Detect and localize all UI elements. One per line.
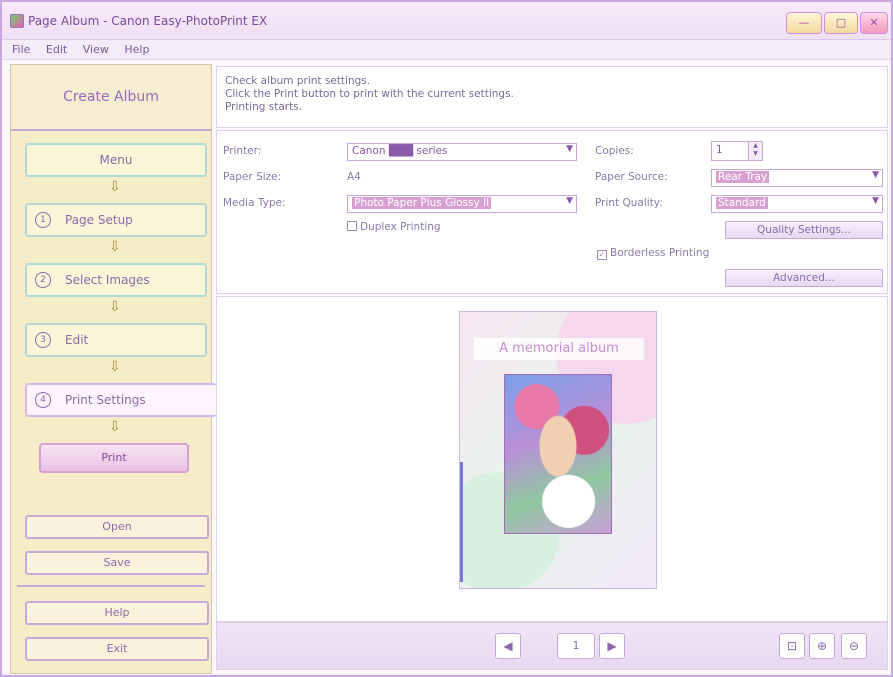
exit-button[interactable]: Exit [25,637,209,661]
save-button[interactable]: Save [25,551,209,575]
print-button[interactable]: Print [39,443,189,473]
menu-file[interactable]: File [6,40,36,59]
print-quality-select[interactable]: Standard ▼ [711,195,883,213]
spin-arrows-icon[interactable]: ▲ ▼ [748,142,762,160]
sidebar-item-label: Page Setup [65,213,133,227]
copies-label: Copies: [595,145,634,157]
sidebar-item-select-images[interactable]: 2 Select Images [25,263,207,297]
media-type-label: Media Type: [223,197,286,209]
page-edge-strip [460,462,463,582]
print-quality-label: Print Quality: [595,197,663,209]
sidebar-item-label: Print Settings [65,393,146,407]
minimize-icon: — [798,16,810,29]
title-bar: Page Album - Canon Easy-PhotoPrint EX — … [2,2,891,40]
media-type-value: Photo Paper Plus Glossy II [352,197,492,209]
borderless-checkbox[interactable]: ✓ Borderless Printing [597,247,709,260]
down-arrow-icon: ⇩ [109,299,121,315]
paper-size-value: A4 [347,171,361,183]
zoom-out-button[interactable]: ⊖ [841,633,867,659]
fit-page-icon: ⊡ [786,639,798,653]
sidebar-item-menu[interactable]: Menu [25,143,207,177]
menu-view[interactable]: View [77,40,115,59]
down-arrow-icon: ⇩ [109,179,121,195]
instruction-line: Click the Print button to print with the… [225,88,514,100]
chevron-down-icon: ▼ [872,170,879,180]
zoom-in-icon: ⊕ [816,639,828,653]
down-arrow-icon: ⇩ [109,239,121,255]
printer-value: Canon ███ series [352,145,448,157]
chevron-down-icon: ▼ [872,196,879,206]
down-arrow-icon: ⇩ [109,419,121,435]
printer-label: Printer: [223,145,262,157]
step-number-icon: 2 [35,272,51,288]
app-window: Page Album - Canon Easy-PhotoPrint EX — … [0,0,893,677]
preview-area: A memorial album [216,296,888,622]
menu-edit[interactable]: Edit [40,40,73,59]
close-button[interactable]: ✕ [860,12,888,34]
chevron-down-icon: ▼ [566,196,573,206]
advanced-button[interactable]: Advanced... [725,269,883,287]
media-type-select[interactable]: Photo Paper Plus Glossy II ▼ [347,195,577,213]
paper-source-select[interactable]: Rear Tray ▼ [711,169,883,187]
zoom-out-icon: ⊖ [848,639,860,653]
sidebar-divider [17,585,205,587]
paper-source-label: Paper Source: [595,171,668,183]
paper-size-label: Paper Size: [223,171,282,183]
next-page-button[interactable]: ▶ [599,633,625,659]
album-caption: A memorial album [474,338,644,360]
window-title: Page Album - Canon Easy-PhotoPrint EX [28,14,268,28]
sidebar-item-edit[interactable]: 3 Edit [25,323,207,357]
duplex-checkbox[interactable]: Duplex Printing [347,221,441,233]
sidebar-item-label: Select Images [65,273,150,287]
maximize-button[interactable]: □ [824,12,858,34]
zoom-in-button[interactable]: ⊕ [809,633,835,659]
sidebar-header: Create Album [11,65,211,131]
help-button[interactable]: Help [25,601,209,625]
duplex-label: Duplex Printing [360,221,441,233]
prev-page-button[interactable]: ◀ [495,633,521,659]
page-number-box[interactable]: 1 [557,633,595,659]
open-button[interactable]: Open [25,515,209,539]
instruction-line: Printing starts. [225,101,302,113]
preview-toolbar: ◀ 1 ▶ ⊡ ⊕ ⊖ [216,622,888,670]
instructions-panel: Check album print settings. Click the Pr… [216,66,888,128]
checkmark-icon: ✓ [597,250,607,260]
paper-source-value: Rear Tray [716,171,770,183]
instruction-line: Check album print settings. [225,75,371,87]
sidebar-item-page-setup[interactable]: 1 Page Setup [25,203,207,237]
minimize-button[interactable]: — [786,12,822,34]
sidebar-item-label: Menu [99,153,133,167]
album-page-preview: A memorial album [459,311,657,589]
sidebar: Create Album Menu ⇩ 1 Page Setup ⇩ 2 Sel… [10,64,217,674]
step-number-icon: 1 [35,212,51,228]
sidebar-item-label: Edit [65,333,89,347]
album-photo [504,374,612,534]
print-quality-value: Standard [716,197,768,209]
copies-stepper[interactable]: 1 ▲ ▼ [711,141,763,161]
sidebar-item-print-settings[interactable]: 4 Print Settings [25,383,217,417]
borderless-label: Borderless Printing [610,247,710,259]
quality-settings-button[interactable]: Quality Settings... [725,221,883,239]
checkbox-icon [347,221,357,231]
printer-select[interactable]: Canon ███ series ▼ [347,143,577,161]
print-settings-panel: Printer: Canon ███ series ▼ Paper Size: … [216,130,888,294]
down-arrow-icon: ⇩ [109,359,121,375]
menu-help[interactable]: Help [118,40,155,59]
close-icon: ✕ [869,16,879,29]
fit-page-button[interactable]: ⊡ [779,633,805,659]
app-icon [10,14,24,28]
menu-bar: File Edit View Help [2,40,891,60]
arrow-right-icon: ▶ [607,639,617,653]
page-number: 1 [572,639,580,652]
copies-value: 1 [716,144,723,156]
maximize-icon: □ [835,16,847,29]
step-number-icon: 3 [35,332,51,348]
chevron-down-icon: ▼ [566,144,573,154]
arrow-left-icon: ◀ [503,639,513,653]
step-number-icon: 4 [35,392,51,408]
